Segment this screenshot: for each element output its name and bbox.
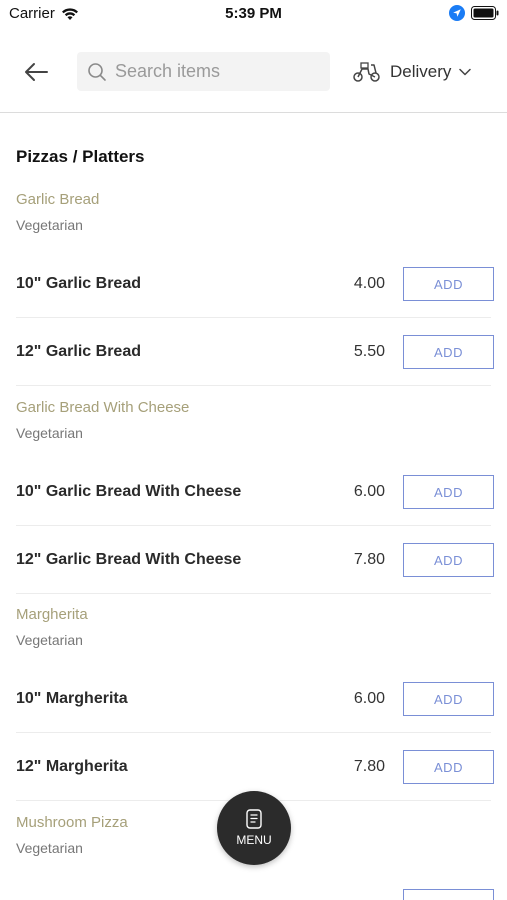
delivery-label: Delivery xyxy=(390,62,452,81)
status-time: 5:39 PM xyxy=(225,5,282,22)
top-header: Delivery xyxy=(0,40,507,113)
group-name: Garlic Bread xyxy=(16,191,100,208)
add-button[interactable]: ADD xyxy=(403,335,494,369)
back-arrow-icon xyxy=(25,63,48,81)
group-header: Margherita Vegetarian xyxy=(16,606,88,648)
group-header: Garlic Bread With Cheese Vegetarian xyxy=(16,399,189,441)
battery-icon xyxy=(471,6,499,20)
menu-fab-label: MENU xyxy=(236,833,272,847)
group-header: Mushroom Pizza Vegetarian xyxy=(16,814,128,856)
menu-item-row: 12" Garlic Bread 5.50 ADD xyxy=(16,318,494,386)
scooter-icon xyxy=(353,62,380,82)
section-title: Pizzas / Platters xyxy=(16,147,145,166)
item-price: 6.00 xyxy=(353,483,385,500)
group-name: Margherita xyxy=(16,606,88,623)
add-button[interactable]: ADD xyxy=(403,267,494,301)
item-name: 12" Garlic Bread xyxy=(16,343,141,360)
group-tag: Vegetarian xyxy=(16,217,83,233)
delivery-selector[interactable]: Delivery xyxy=(352,58,472,86)
group-name: Garlic Bread With Cheese xyxy=(16,399,190,416)
menu-fab-button[interactable]: MENU xyxy=(217,791,291,865)
menu-item-row: 10" Garlic Bread With Cheese 6.00 ADD xyxy=(16,458,494,526)
menu-item-row: 10" Margherita 6.00 ADD xyxy=(16,665,494,733)
item-price: 7.80 xyxy=(353,758,385,775)
chevron-down-icon xyxy=(459,68,472,76)
group-name: Mushroom Pizza xyxy=(16,814,128,831)
add-button[interactable]: ADD xyxy=(403,543,494,577)
menu-item-row: 12" Garlic Bread With Cheese 7.80 ADD xyxy=(16,526,494,594)
item-price: 4.00 xyxy=(353,275,385,292)
menu-book-icon xyxy=(246,809,262,829)
group-tag: Vegetarian xyxy=(16,632,83,648)
item-name: 10" Garlic Bread xyxy=(16,275,141,292)
location-arrow-icon xyxy=(449,5,465,21)
add-button[interactable]: ADD xyxy=(403,750,494,784)
item-price: 5.50 xyxy=(353,343,385,360)
item-name: 10" Margherita xyxy=(16,690,128,707)
menu-item-row: 10" Garlic Bread 4.00 ADD xyxy=(16,250,494,318)
group-tag: Vegetarian xyxy=(16,840,83,856)
status-indicators xyxy=(449,5,499,21)
item-name: 12" Garlic Bread With Cheese xyxy=(16,551,242,568)
search-icon xyxy=(88,62,106,81)
add-button-partial[interactable] xyxy=(403,889,494,900)
group-header: Garlic Bread Vegetarian xyxy=(16,191,99,233)
search-input[interactable] xyxy=(115,61,315,82)
item-name: 10" Garlic Bread With Cheese xyxy=(16,483,242,500)
add-button[interactable]: ADD xyxy=(403,475,494,509)
item-price: 6.00 xyxy=(353,690,385,707)
back-button[interactable] xyxy=(20,58,52,86)
add-button[interactable]: ADD xyxy=(403,682,494,716)
item-price: 7.80 xyxy=(353,551,385,568)
item-name: 12" Margherita xyxy=(16,758,128,775)
search-box[interactable] xyxy=(77,52,330,91)
status-bar: Carrier 5:39 PM xyxy=(0,0,507,30)
group-tag: Vegetarian xyxy=(16,425,83,441)
